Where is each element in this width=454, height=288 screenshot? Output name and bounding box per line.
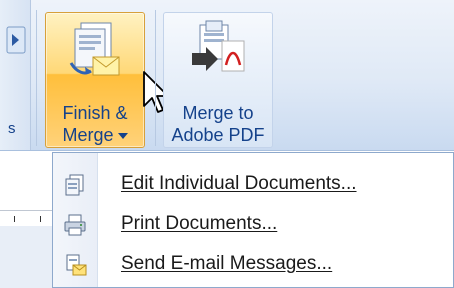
- menu-item-edit-individual-documents[interactable]: Edit Individual Documents...: [53, 165, 453, 205]
- group-separator: [155, 10, 156, 146]
- left-group-label-stub: s: [8, 120, 16, 137]
- ruler-tick: [14, 216, 15, 222]
- print-documents-icon: [64, 214, 86, 236]
- menu-item-label: Print Documents...: [121, 213, 278, 234]
- finish-merge-label-line1: Finish &: [62, 103, 128, 123]
- finish-merge-label-text: Merge: [62, 125, 114, 145]
- document-area-edge: [0, 226, 52, 288]
- finish-merge-button[interactable]: Finish & Merge: [45, 12, 145, 148]
- menu-item-label: Send E-mail Messages...: [121, 253, 333, 274]
- ribbon-left-group: s: [0, 0, 31, 150]
- merge-to-pdf-label-line1: Merge to: [182, 103, 254, 123]
- menu-item-print-documents[interactable]: Print Documents...: [53, 205, 453, 245]
- finish-merge-dropdown-menu: Edit Individual Documents... Print Docum…: [52, 152, 454, 288]
- merge-to-pdf-label-line2: Adobe PDF: [171, 125, 265, 145]
- finish-merge-label-line2: Merge: [46, 125, 144, 145]
- merge-to-pdf-icon: [192, 20, 245, 72]
- group-separator: [36, 10, 37, 146]
- navigate-arrow-icon[interactable]: [6, 26, 26, 54]
- ruler-tick: [40, 216, 41, 222]
- edit-documents-icon: [65, 174, 84, 196]
- finish-merge-icon: [69, 22, 120, 76]
- ribbon: s Finish & Merge Merge to Adobe PDF: [0, 0, 454, 151]
- dropdown-caret-icon[interactable]: [117, 133, 128, 140]
- menu-item-label: Edit Individual Documents...: [121, 173, 357, 194]
- email-messages-icon: [66, 254, 87, 276]
- merge-to-adobe-pdf-button[interactable]: Merge to Adobe PDF: [163, 12, 273, 148]
- menu-item-send-email-messages[interactable]: Send E-mail Messages...: [53, 245, 453, 285]
